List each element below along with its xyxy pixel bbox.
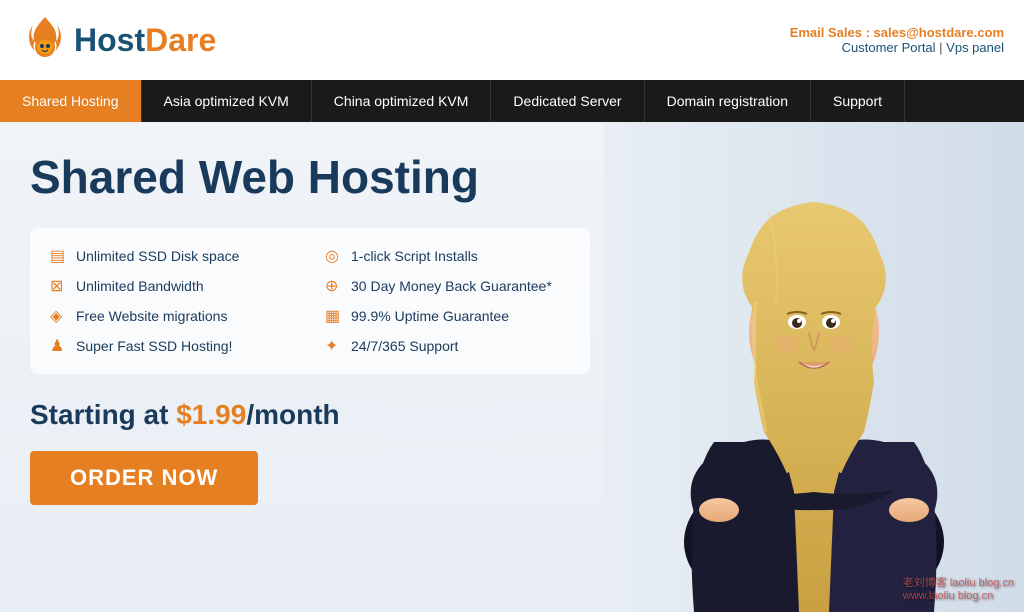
- feature-icon: ◎: [325, 246, 343, 266]
- nav-shared-hosting[interactable]: Shared Hosting: [0, 80, 142, 122]
- hero-section: Shared Web Hosting ▤ Unlimited SSD Disk s…: [0, 122, 1024, 612]
- email-line: Email Sales : sales@hostdare.com: [790, 25, 1004, 40]
- feature-item: ⊠ Unlimited Bandwidth: [50, 276, 295, 296]
- feature-text: Unlimited Bandwidth: [76, 278, 204, 294]
- customer-portal-link[interactable]: Customer Portal: [842, 40, 936, 55]
- hero-title: Shared Web Hosting: [30, 152, 630, 203]
- feature-text: 30 Day Money Back Guarantee*: [351, 278, 552, 294]
- feature-icon: ▦: [325, 306, 343, 326]
- logo-icon: [20, 15, 70, 65]
- feature-item: ♟ Super Fast SSD Hosting!: [50, 336, 295, 356]
- vps-panel-link[interactable]: Vps panel: [946, 40, 1004, 55]
- feature-text: Unlimited SSD Disk space: [76, 248, 239, 264]
- feature-text: 99.9% Uptime Guarantee: [351, 308, 509, 324]
- pricing-line: Starting at $1.99/month: [30, 399, 630, 431]
- feature-item: ⊕ 30 Day Money Back Guarantee*: [325, 276, 570, 296]
- feature-text: 1-click Script Installs: [351, 248, 478, 264]
- logo[interactable]: HostDare: [20, 15, 216, 65]
- feature-icon: ◈: [50, 306, 68, 326]
- portal-line: Customer Portal | Vps panel: [790, 40, 1004, 55]
- features-grid: ▤ Unlimited SSD Disk space ◎ 1-click Script…: [30, 228, 590, 374]
- top-bar: HostDare Email Sales : sales@hostdare.co…: [0, 0, 1024, 80]
- feature-icon: ♟: [50, 336, 68, 356]
- main-nav: Shared Hosting Asia optimized KVM China …: [0, 80, 1024, 122]
- feature-item: ▦ 99.9% Uptime Guarantee: [325, 306, 570, 326]
- nav-china-kvm[interactable]: China optimized KVM: [312, 80, 492, 122]
- nav-domain[interactable]: Domain registration: [645, 80, 811, 122]
- feature-icon: ✦: [325, 336, 343, 356]
- woman-illustration: [604, 122, 1024, 612]
- nav-dedicated[interactable]: Dedicated Server: [491, 80, 644, 122]
- feature-item: ◈ Free Website migrations: [50, 306, 295, 326]
- watermark: 老刘博客 laoliu blog.cn www.laoliu blog.cn: [903, 574, 1014, 602]
- nav-support[interactable]: Support: [811, 80, 905, 122]
- feature-text: Free Website migrations: [76, 308, 227, 324]
- logo-text: HostDare: [74, 22, 216, 59]
- feature-icon: ▤: [50, 246, 68, 266]
- feature-text: 24/7/365 Support: [351, 338, 458, 354]
- feature-text: Super Fast SSD Hosting!: [76, 338, 232, 354]
- hero-content: Shared Web Hosting ▤ Unlimited SSD Disk s…: [0, 122, 660, 525]
- feature-icon: ⊕: [325, 276, 343, 296]
- feature-item: ◎ 1-click Script Installs: [325, 246, 570, 266]
- feature-icon: ⊠: [50, 276, 68, 296]
- feature-item: ✦ 24/7/365 Support: [325, 336, 570, 356]
- contact-info: Email Sales : sales@hostdare.com Custome…: [790, 25, 1004, 55]
- order-now-button[interactable]: ORDER NOW: [30, 451, 258, 505]
- feature-item: ▤ Unlimited SSD Disk space: [50, 246, 295, 266]
- hero-image: [604, 122, 1024, 612]
- nav-asia-kvm[interactable]: Asia optimized KVM: [142, 80, 312, 122]
